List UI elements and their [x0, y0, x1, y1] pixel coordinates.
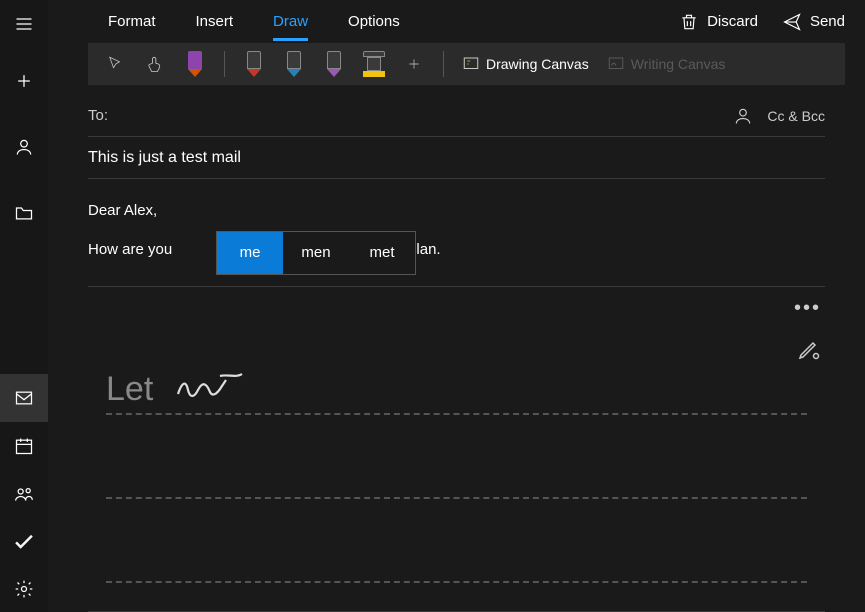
account-icon[interactable]	[0, 114, 48, 180]
discard-button[interactable]: Discard	[679, 12, 758, 32]
drawing-canvas-icon	[462, 55, 480, 73]
people-icon[interactable]	[0, 470, 48, 518]
draw-ribbon: Drawing Canvas Writing Canvas	[88, 43, 845, 85]
trash-icon	[679, 12, 699, 32]
separator	[443, 51, 444, 77]
tab-insert[interactable]: Insert	[196, 3, 234, 41]
send-label: Send	[810, 13, 845, 30]
main-area: Format Insert Draw Options Discard Send	[48, 0, 865, 612]
handwriting-input-area[interactable]: Let	[88, 321, 825, 583]
separator	[224, 51, 225, 77]
drawing-canvas-button[interactable]: Drawing Canvas	[456, 55, 595, 73]
tab-format[interactable]: Format	[108, 3, 156, 41]
cc-bcc-button[interactable]: Cc & Bcc	[767, 108, 825, 124]
message-body[interactable]: Dear Alex, How are you ess plan. me men …	[48, 179, 865, 264]
recognized-text: Let	[106, 370, 153, 409]
to-field[interactable]: To: Cc & Bcc	[88, 95, 825, 137]
pen-1[interactable]	[178, 43, 212, 85]
todo-icon[interactable]	[0, 518, 48, 566]
pen-4[interactable]	[317, 43, 351, 85]
writing-canvas-label: Writing Canvas	[631, 56, 726, 72]
subject-text: This is just a test mail	[88, 149, 241, 167]
discard-label: Discard	[707, 13, 758, 30]
contact-picker-icon[interactable]	[733, 106, 753, 126]
new-mail-icon[interactable]	[0, 48, 48, 114]
suggestion-3[interactable]: met	[349, 232, 415, 274]
calendar-icon[interactable]	[0, 422, 48, 470]
menu-icon[interactable]	[0, 0, 48, 48]
send-icon	[782, 12, 802, 32]
pen-2[interactable]	[237, 43, 271, 85]
handwriting-panel: ••• Let	[88, 286, 825, 612]
subject-field[interactable]: This is just a test mail	[88, 137, 825, 179]
topbar: Format Insert Draw Options Discard Send	[48, 0, 865, 43]
tab-options[interactable]: Options	[348, 3, 400, 41]
handwriting-stroke	[176, 368, 246, 407]
mail-icon[interactable]	[0, 374, 48, 422]
folder-icon[interactable]	[0, 180, 48, 246]
body-line-1: Dear Alex,	[88, 197, 825, 226]
body-line-2: How are you ess plan.	[88, 236, 825, 265]
tabs: Format Insert Draw Options	[108, 3, 400, 41]
add-pen-button[interactable]	[397, 43, 431, 85]
suggestion-1[interactable]: me	[217, 232, 283, 274]
to-label: To:	[88, 107, 108, 124]
suggestion-2[interactable]: men	[283, 232, 349, 274]
select-tool[interactable]	[98, 43, 132, 85]
highlighter[interactable]	[357, 43, 391, 85]
drawing-canvas-label: Drawing Canvas	[486, 56, 589, 72]
more-icon[interactable]: •••	[794, 297, 825, 320]
writing-canvas-icon	[607, 55, 625, 73]
sidebar	[0, 0, 48, 612]
ime-suggestions: me men met	[216, 231, 416, 275]
send-button[interactable]: Send	[782, 12, 845, 32]
writing-canvas-button: Writing Canvas	[601, 55, 732, 73]
pen-3[interactable]	[277, 43, 311, 85]
tab-draw[interactable]: Draw	[273, 3, 308, 41]
settings-icon[interactable]	[0, 566, 48, 612]
touch-tool[interactable]	[138, 43, 172, 85]
